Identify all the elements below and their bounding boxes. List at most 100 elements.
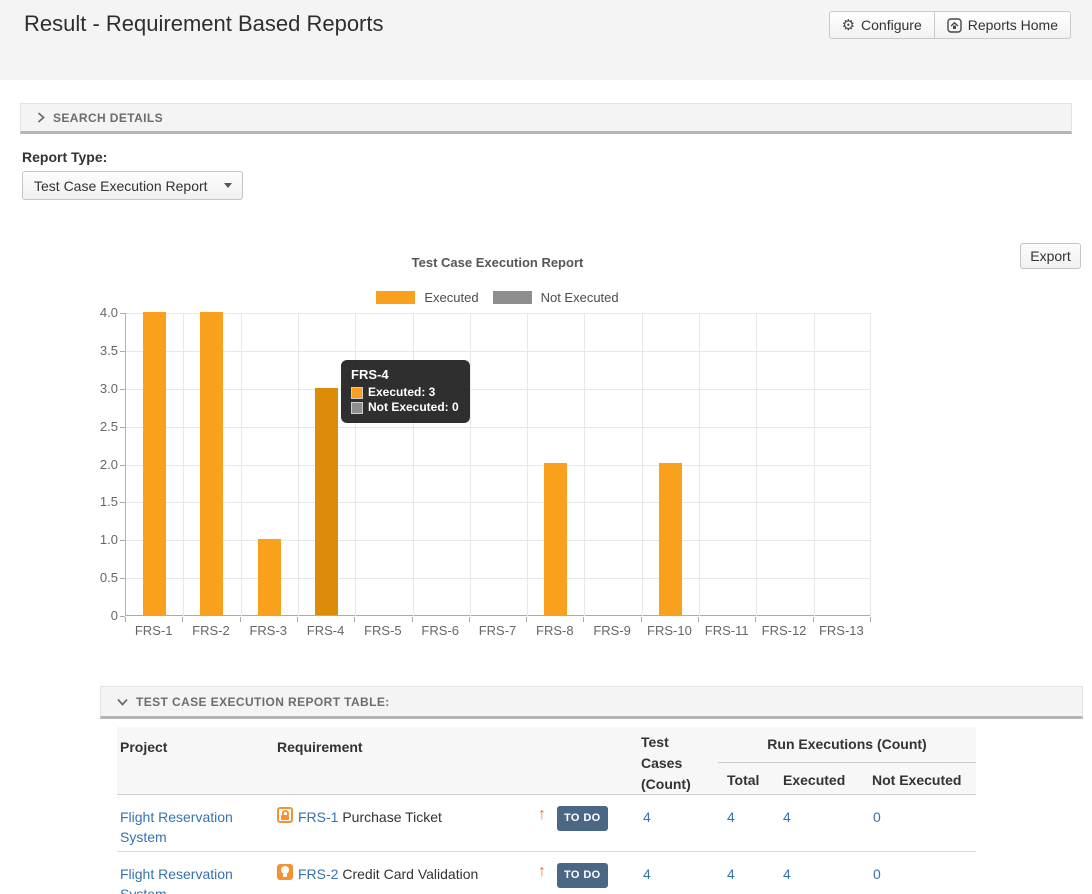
tooltip-swatch-icon: [351, 387, 363, 399]
requirement-title: Credit Card Validation: [342, 866, 478, 882]
legend-item: Not Executed: [493, 290, 619, 305]
x-category-label: FRS-11: [698, 623, 755, 638]
lock-icon: [277, 807, 293, 823]
test-cases-count-link[interactable]: 4: [643, 864, 651, 884]
x-category-label: FRS-13: [813, 623, 870, 638]
x-tick: [125, 617, 126, 622]
report-table: Project Requirement Test Cases (Count) R…: [117, 727, 976, 894]
bar-FRS-8[interactable]: [544, 463, 567, 615]
gridline: [126, 540, 871, 541]
x-category-label: FRS-6: [412, 623, 469, 638]
bar-FRS-1[interactable]: [143, 312, 166, 615]
chart-title: Test Case Execution Report: [125, 255, 870, 270]
legend-swatch-icon: [376, 291, 415, 304]
x-category-label: FRS-5: [354, 623, 411, 638]
x-tick: [182, 617, 183, 622]
col-header-not-executed: Not Executed: [872, 770, 961, 791]
configure-button[interactable]: ⚙ Configure: [829, 11, 935, 39]
x-category-label: FRS-9: [583, 623, 640, 638]
gridline: [355, 313, 356, 616]
x-tick: [755, 617, 756, 622]
project-link[interactable]: Flight Reservation System: [120, 807, 262, 847]
x-tick: [240, 617, 241, 622]
total-count-link[interactable]: 4: [727, 864, 735, 884]
chart-plot-area: [125, 313, 870, 616]
chevron-down-icon: [117, 698, 128, 706]
chart-legend: Executed Not Executed: [125, 290, 870, 305]
gridline: [126, 502, 871, 503]
x-tick: [870, 617, 871, 622]
y-tick-label: 2.5: [78, 419, 118, 434]
gridline: [126, 465, 871, 466]
requirement-key-link[interactable]: FRS-1: [298, 809, 338, 825]
x-tick: [641, 617, 642, 622]
x-category-label: FRS-4: [297, 623, 354, 638]
bar-FRS-4[interactable]: [315, 388, 338, 615]
bar-FRS-10[interactable]: [659, 463, 682, 615]
executed-count-link[interactable]: 4: [783, 807, 791, 827]
col-header-project: Project: [120, 737, 167, 758]
y-tick-label: 3.5: [78, 343, 118, 358]
col-header-run-executions: Run Executions (Count): [718, 734, 976, 755]
bar-FRS-2[interactable]: [200, 312, 223, 615]
search-details-toggle[interactable]: SEARCH DETAILS: [20, 103, 1072, 134]
test-cases-count-link[interactable]: 4: [643, 807, 651, 827]
y-tick-label: 3.0: [78, 381, 118, 396]
reports-home-button[interactable]: Reports Home: [935, 11, 1071, 39]
x-tick: [297, 617, 298, 622]
col-header-test-cases: Test Cases (Count): [641, 732, 713, 795]
gridline: [699, 313, 700, 616]
report-type-dropdown[interactable]: Test Case Execution Report: [22, 171, 243, 200]
report-type-selected: Test Case Execution Report: [34, 178, 208, 194]
gridline: [470, 313, 471, 616]
search-details-label: SEARCH DETAILS: [53, 111, 163, 125]
gridline: [814, 313, 815, 616]
y-tick-label: 1.0: [78, 532, 118, 547]
y-tick-label: 0.5: [78, 570, 118, 585]
total-count-link[interactable]: 4: [727, 807, 735, 827]
report-type-label: Report Type:: [22, 149, 107, 165]
gridline: [756, 313, 757, 616]
chevron-down-icon: [224, 183, 232, 188]
tooltip-swatch-icon: [351, 402, 363, 414]
requirement-title: Purchase Ticket: [342, 809, 442, 825]
project-link[interactable]: Flight Reservation System: [120, 864, 262, 894]
legend-item: Executed: [376, 290, 478, 305]
x-category-label: FRS-12: [755, 623, 812, 638]
gridline: [527, 313, 528, 616]
x-tick: [526, 617, 527, 622]
run-executions-divider: [718, 762, 976, 763]
tooltip-row: Not Executed: 0: [351, 400, 459, 415]
col-header-total: Total: [727, 770, 759, 791]
gridline: [584, 313, 585, 616]
gridline: [126, 578, 871, 579]
executed-count-link[interactable]: 4: [783, 864, 791, 884]
bar-FRS-3[interactable]: [258, 539, 281, 615]
y-tick-label: 1.5: [78, 494, 118, 509]
export-button[interactable]: Export: [1020, 243, 1081, 269]
col-header-executed: Executed: [783, 770, 845, 791]
not-executed-count-link[interactable]: 0: [873, 807, 881, 827]
table-row: Flight Reservation System FRS-2 Credit C…: [117, 852, 976, 894]
tooltip-text: Executed: 3: [368, 385, 435, 400]
y-tick-label: 2.0: [78, 457, 118, 472]
requirement-key-link[interactable]: FRS-2: [298, 866, 338, 882]
gridline: [126, 313, 871, 314]
table-header: Project Requirement Test Cases (Count) R…: [117, 727, 976, 795]
gridline: [126, 351, 871, 352]
gridline: [126, 389, 871, 390]
x-tick: [583, 617, 584, 622]
page-title: Result - Requirement Based Reports: [24, 11, 384, 37]
x-tick: [354, 617, 355, 622]
chevron-right-icon: [37, 112, 45, 123]
page-header: Result - Requirement Based Reports ⚙ Con…: [0, 0, 1092, 80]
table-section-toggle[interactable]: TEST CASE EXECUTION REPORT TABLE:: [100, 686, 1083, 719]
not-executed-count-link[interactable]: 0: [873, 864, 881, 884]
tooltip-text: Not Executed: 0: [368, 400, 459, 415]
x-category-label: FRS-3: [240, 623, 297, 638]
chart-tooltip: FRS-4 Executed: 3Not Executed: 0: [341, 360, 470, 423]
gridline: [183, 313, 184, 616]
y-tick-label: 0: [78, 608, 118, 623]
gridline: [870, 313, 871, 616]
x-category-label: FRS-8: [526, 623, 583, 638]
